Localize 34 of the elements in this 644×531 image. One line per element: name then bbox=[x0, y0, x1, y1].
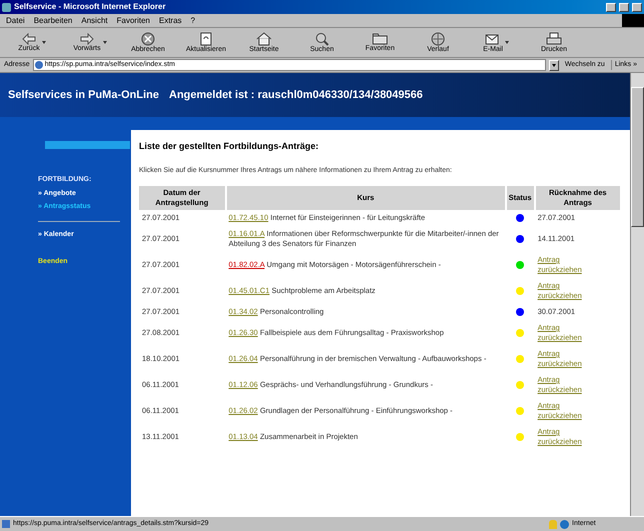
dropdown-caret-icon bbox=[504, 41, 509, 44]
dropdown-button[interactable] bbox=[548, 60, 559, 70]
browser-icon bbox=[2, 2, 11, 12]
back-arrow-icon bbox=[22, 32, 36, 44]
page-title: Liste der gestellten Fortbildungs-Anträge: bbox=[139, 140, 320, 153]
maximize-button[interactable] bbox=[619, 2, 629, 12]
search-icon bbox=[315, 32, 329, 46]
lock-icon bbox=[549, 520, 557, 528]
document-icon bbox=[200, 32, 212, 46]
page-icon bbox=[2, 520, 10, 528]
forward-arrow-icon bbox=[80, 32, 94, 44]
scrollbar[interactable] bbox=[630, 73, 644, 516]
printer-icon bbox=[546, 32, 562, 46]
globe-icon bbox=[560, 520, 569, 528]
stop-icon bbox=[140, 32, 155, 46]
menu-item[interactable]: Bearbeiten bbox=[34, 14, 72, 26]
menu-item[interactable]: Extras bbox=[158, 14, 182, 26]
mail-icon bbox=[485, 32, 501, 46]
close-button[interactable] bbox=[632, 2, 642, 12]
dropdown-caret-icon bbox=[102, 41, 107, 44]
logged-in-user: Angemeldet ist : rauschl0m046330/134/38049566 bbox=[169, 88, 423, 103]
home-icon bbox=[256, 32, 272, 46]
menu-item[interactable]: Datei bbox=[6, 14, 25, 26]
header-title: Selfservices in PuMa-OnLine bbox=[8, 88, 159, 103]
globe-icon bbox=[430, 32, 445, 46]
minimize-button[interactable] bbox=[606, 2, 616, 12]
page-icon bbox=[34, 61, 43, 69]
menu-item[interactable]: Favoriten bbox=[116, 14, 150, 26]
folder-icon bbox=[372, 32, 388, 44]
dropdown-caret-icon bbox=[42, 41, 46, 44]
scroll-thumb[interactable] bbox=[631, 87, 644, 227]
window-title: Selfservice - Microsoft Internet Explorer bbox=[14, 1, 167, 13]
menu-item[interactable]: Ansicht bbox=[81, 14, 108, 26]
menu-item[interactable]: ? bbox=[190, 14, 196, 26]
